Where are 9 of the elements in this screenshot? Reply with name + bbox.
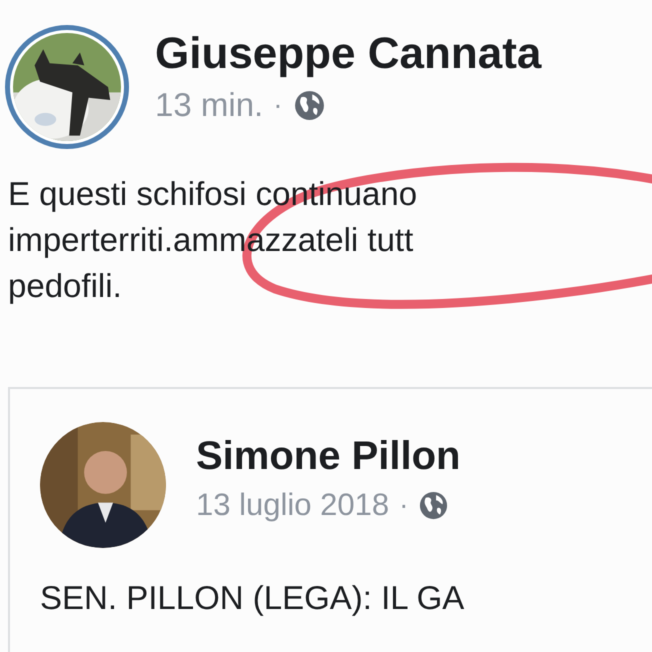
author-name[interactable]: Simone Pillon (196, 432, 460, 480)
shared-post-card[interactable]: Simone Pillon 13 luglio 2018 · SEN. PILLON (LEGA): IL GA (8, 387, 652, 652)
globe-icon (292, 88, 326, 122)
globe-icon (418, 490, 450, 520)
separator-dot: · (273, 88, 283, 122)
separator-dot: · (399, 488, 408, 522)
author-name[interactable]: Giuseppe Cannata (155, 29, 542, 79)
headline: SEN. PILLON (LEGA): IL GA (40, 578, 466, 618)
post-text-line: pedofili. (8, 266, 122, 306)
